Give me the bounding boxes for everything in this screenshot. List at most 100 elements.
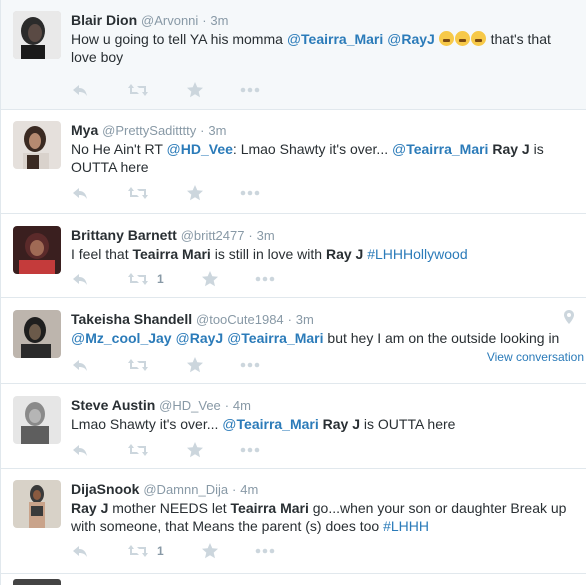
tweet-header: Blair Dion @Arvonni · 3m — [71, 11, 578, 29]
avatar[interactable] — [13, 226, 61, 274]
fullname[interactable]: Steve Austin — [71, 397, 155, 413]
avatar[interactable] — [13, 310, 61, 358]
mention-at: @ — [166, 141, 181, 157]
tweet-header: Takeisha Shandell @tooCute1984 · 3m — [71, 310, 578, 328]
timestamp[interactable]: 3m — [296, 312, 314, 327]
fullname[interactable]: DijaSnook — [71, 481, 139, 497]
avatar[interactable] — [13, 121, 61, 169]
more-icon[interactable] — [254, 542, 276, 562]
tweet-text: Lmao Shawty it's over... @Teairra_Mari R… — [71, 415, 578, 433]
mention-link[interactable]: @Teairra_Mari — [392, 141, 488, 157]
mention-at: @ — [71, 330, 86, 346]
mention-link[interactable]: @RayJ — [387, 31, 435, 47]
more-icon[interactable] — [239, 184, 261, 204]
mention-name: HD_Vee — [180, 141, 233, 157]
reply-icon[interactable] — [71, 81, 89, 101]
favorite-icon[interactable] — [186, 81, 204, 101]
retweet-count: 1 — [157, 272, 164, 286]
mention-link[interactable]: @RayJ — [175, 330, 223, 346]
timestamp[interactable]: 4m — [240, 482, 258, 497]
text-fragment: Lmao Shawty it's over... — [71, 416, 223, 432]
hashtag-link[interactable]: #LHHHollywood — [367, 246, 467, 262]
tweet-text: Ray J mother NEEDS let Teairra Mari go..… — [71, 499, 578, 535]
more-icon[interactable] — [254, 270, 276, 290]
mention-at: @ — [175, 330, 190, 346]
separator: · — [248, 228, 253, 243]
more-icon[interactable] — [239, 356, 261, 376]
username[interactable]: @tooCute1984 — [196, 312, 284, 327]
fullname[interactable]: Takeisha Shandell — [71, 311, 192, 327]
timestamp[interactable]: 3m — [257, 228, 275, 243]
timestamp[interactable]: 4m — [233, 398, 251, 413]
avatar[interactable] — [13, 11, 61, 59]
tweet[interactable]: Steve Austin @HD_Vee · 4m Lmao Shawty it… — [1, 384, 586, 469]
retweet-icon[interactable] — [127, 542, 149, 562]
avatar[interactable] — [13, 480, 61, 528]
highlighted-term: Ray J — [322, 416, 360, 432]
retweet-icon[interactable] — [127, 270, 149, 290]
highlighted-term: Teairra Mari — [230, 500, 309, 516]
separator: · — [231, 482, 237, 497]
tweet[interactable]: Takeisha Shandell @tooCute1984 · 3m @Mz_… — [1, 298, 586, 384]
text-fragment: is still in love with — [210, 246, 326, 262]
reply-icon[interactable] — [71, 270, 89, 290]
username[interactable]: @PrettySaditttty — [102, 123, 196, 138]
reply-icon[interactable] — [71, 542, 89, 562]
avatar[interactable] — [13, 396, 61, 444]
more-icon[interactable] — [239, 441, 261, 461]
favorite-icon[interactable] — [201, 542, 219, 562]
tweet[interactable]: Blair Dion @Arvonni · 3m How u going to … — [1, 0, 586, 110]
tweet-actions: 1 — [71, 542, 371, 562]
tweet-actions — [71, 81, 371, 101]
retweet-icon[interactable] — [127, 356, 149, 376]
retweet-icon[interactable] — [127, 441, 149, 461]
mention-at: @ — [392, 141, 407, 157]
username[interactable]: @HD_Vee — [159, 398, 221, 413]
tweet-actions: 1 — [71, 270, 371, 290]
separator: · — [287, 312, 292, 327]
retweet-icon[interactable] — [127, 81, 149, 101]
timestamp[interactable]: 3m — [210, 13, 228, 28]
retweet-count: 1 — [157, 544, 164, 558]
separator: · — [202, 13, 207, 28]
highlighted-term: Teairra Mari — [132, 246, 211, 262]
tweet[interactable]: DijaSnook @Damnn_Dija · 4m Ray J mother … — [1, 469, 586, 574]
reply-icon[interactable] — [71, 184, 89, 204]
tweet-header: Steve Austin @HD_Vee · 4m — [71, 396, 578, 414]
retweet-icon[interactable] — [127, 184, 149, 204]
hashtag-link[interactable]: #LHHH — [383, 518, 429, 534]
tweet-header: Mya @PrettySaditttty · 3m — [71, 121, 578, 139]
tweet-text: I feel that Teairra Mari is still in lov… — [71, 245, 578, 263]
mention-at: @ — [387, 31, 402, 47]
username[interactable]: @Arvonni — [141, 13, 198, 28]
view-conversation-link[interactable]: View conversation — [487, 350, 584, 364]
text-fragment: No He Ain't RT — [71, 141, 167, 157]
mention-name: RayJ — [401, 31, 435, 47]
fullname[interactable]: Mya — [71, 122, 98, 138]
highlighted-term: Ray J — [325, 246, 364, 262]
more-icon[interactable] — [239, 81, 261, 101]
mention-link[interactable]: @HD_Vee — [167, 141, 233, 157]
timestamp[interactable]: 3m — [208, 123, 226, 138]
mention-link[interactable]: @Teairra_Mari — [222, 416, 318, 432]
fullname[interactable]: Brittany Barnett — [71, 227, 177, 243]
fullname[interactable]: Blair Dion — [71, 12, 137, 28]
tweet-actions — [71, 184, 371, 204]
favorite-icon[interactable] — [186, 184, 204, 204]
tweet[interactable]: Brittany Barnett @britt2477 · 3m I feel … — [1, 214, 586, 298]
tweet[interactable]: Mya @PrettySaditttty · 3m No He Ain't RT… — [1, 110, 586, 214]
username[interactable]: @britt2477 — [181, 228, 245, 243]
reply-icon[interactable] — [71, 441, 89, 461]
tweet-header: DijaSnook @Damnn_Dija · 4m — [71, 480, 578, 498]
mention-at: @ — [286, 31, 302, 47]
favorite-icon[interactable] — [186, 356, 204, 376]
favorite-icon[interactable] — [186, 441, 204, 461]
weary-face-emoji — [470, 31, 486, 46]
username[interactable]: @Damnn_Dija — [143, 482, 228, 497]
mention-link[interactable]: @Mz_cool_Jay — [71, 330, 172, 346]
favorite-icon[interactable] — [201, 270, 219, 290]
highlighted-term: Ray J — [492, 141, 530, 157]
reply-icon[interactable] — [71, 356, 89, 376]
mention-link[interactable]: @Teairra_Mari — [287, 31, 383, 47]
mention-link[interactable]: @Teairra_Mari — [227, 330, 323, 346]
